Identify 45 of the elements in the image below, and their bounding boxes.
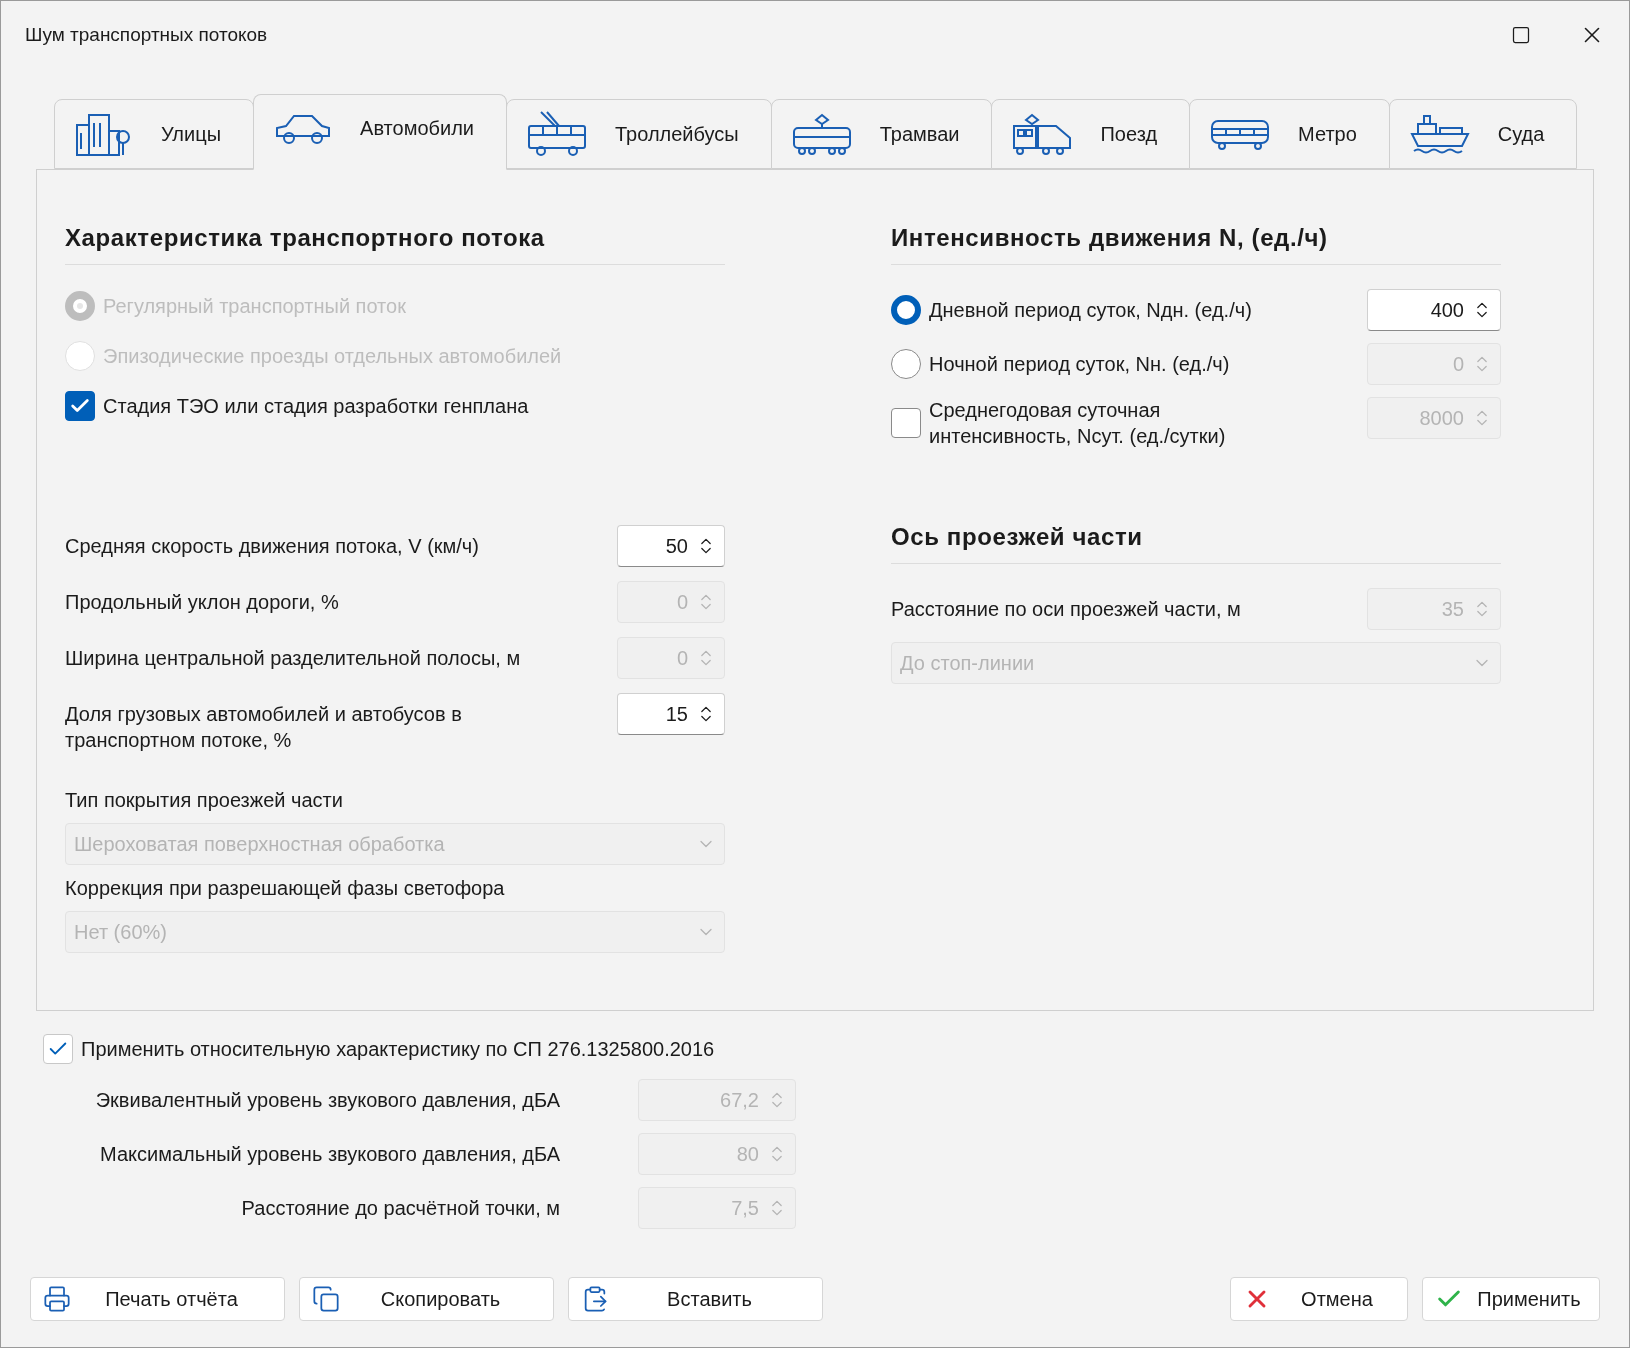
- trolleybus-icon: [527, 110, 587, 158]
- train-icon: [1012, 112, 1073, 156]
- dialog-button[interactable]: Отмена: [1230, 1277, 1408, 1321]
- field-label: Расстояние до расчётной точки, м: [241, 1196, 560, 1221]
- ship-icon: [1409, 114, 1470, 154]
- tab[interactable]: Улицы: [54, 99, 255, 169]
- field-label: Ширина центральной разделительной полосы, м: [65, 646, 522, 671]
- radio-button[interactable]: [891, 295, 921, 325]
- field-label: Тип покрытия проезжей части: [65, 788, 344, 813]
- dialog-button[interactable]: Применить: [1422, 1277, 1600, 1321]
- tab[interactable]: Автомобили: [253, 94, 507, 170]
- option-label: Дневной период суток, Nдн. (ед./ч): [929, 298, 1253, 323]
- section-heading: Ось проезжей части: [891, 519, 1501, 564]
- field-label: Коррекция при разрешающей фазы светофора: [65, 876, 506, 901]
- tab[interactable]: Троллейбусы: [506, 99, 772, 169]
- number-spinner[interactable]: 400: [1367, 289, 1501, 331]
- copy-icon: [312, 1285, 340, 1313]
- field-label: Эквивалентный уровень звукового давления, дБА: [95, 1088, 560, 1113]
- option-label: Ночной период суток, Nн. (ед./ч): [929, 352, 1231, 377]
- number-spinner[interactable]: 15: [617, 693, 725, 735]
- window-title: Шум транспортных потоков: [25, 22, 268, 47]
- number-spinner[interactable]: 50: [617, 525, 725, 567]
- section-heading: Интенсивность движения N, (ед./ч): [891, 220, 1501, 265]
- printer-icon: [43, 1285, 71, 1313]
- option-label: Применить относительную характеристику по СП 276.1325800.2016: [81, 1037, 715, 1062]
- toolbar-button[interactable]: Печать отчёта: [30, 1277, 285, 1321]
- tab[interactable]: Суда: [1388, 99, 1578, 169]
- tab[interactable]: Метро: [1189, 99, 1390, 169]
- field-label: Продольный уклон дороги, %: [65, 590, 340, 615]
- buildings-icon: [75, 111, 133, 157]
- tab[interactable]: Поезд: [991, 99, 1191, 169]
- field-label: Средняя скорость движения потока, V (км/ч): [65, 534, 480, 559]
- metro-icon: [1210, 117, 1271, 151]
- option-label: Стадия ТЭО или стадия разработки генплана: [103, 394, 529, 419]
- field-label: Расстояние по оси проезжей части, м: [891, 597, 1241, 622]
- toolbar-button[interactable]: Вставить: [568, 1277, 823, 1321]
- checkbox[interactable]: [65, 391, 95, 421]
- section-heading: Характеристика транспортного потока: [65, 220, 725, 265]
- field-label: Доля грузовых автомобилей и автобусов в транспортном потоке, %: [65, 702, 463, 753]
- option-label: Среднегодовая суточная интенсивность, Nсут. (ед./сутки): [929, 398, 1227, 449]
- tab[interactable]: Трамваи: [770, 99, 993, 169]
- toolbar-button[interactable]: Скопировать: [299, 1277, 554, 1321]
- maximize-icon[interactable]: [1511, 25, 1531, 45]
- field-label: Максимальный уровень звукового давления, дБА: [100, 1142, 560, 1167]
- tram-icon: [791, 112, 852, 156]
